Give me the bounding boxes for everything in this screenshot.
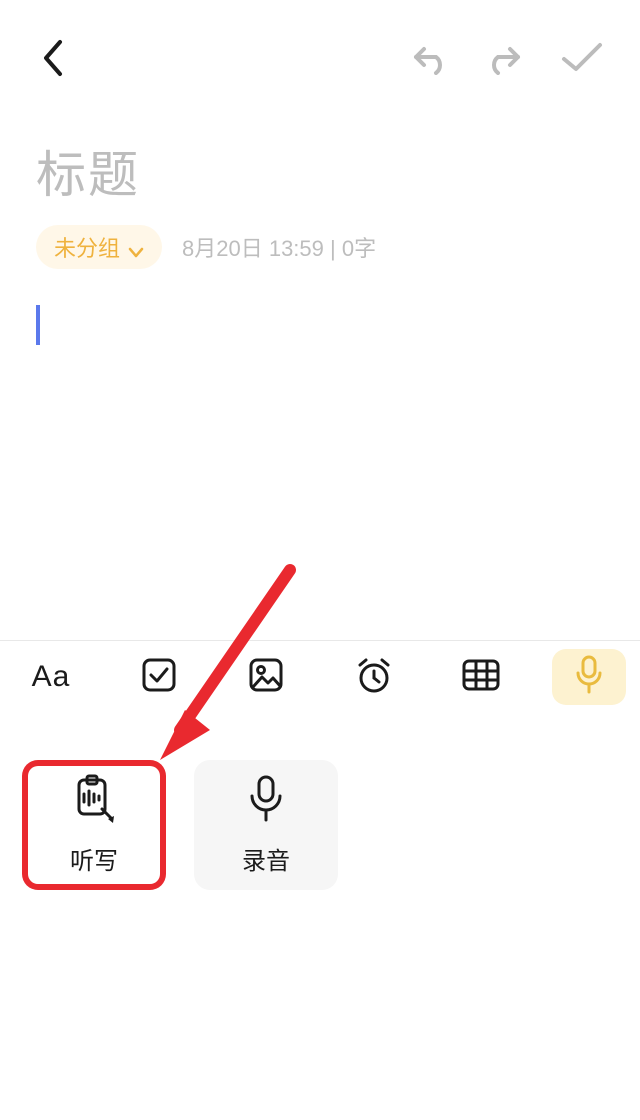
undo-icon[interactable] xyxy=(408,41,450,80)
recording-label: 录音 xyxy=(242,841,290,876)
note-meta-text: 8月20日 13:59 | 0字 xyxy=(182,231,376,263)
text-style-label: Aa xyxy=(32,660,71,694)
title-input[interactable]: 标题 xyxy=(36,135,604,207)
reminder-button[interactable] xyxy=(337,649,411,705)
image-button[interactable] xyxy=(229,649,303,705)
dictation-card[interactable]: 听写 xyxy=(22,760,166,890)
voice-options-panel: 听写 录音 xyxy=(0,712,640,938)
image-icon xyxy=(248,657,284,698)
dictation-icon xyxy=(69,774,119,831)
voice-button[interactable] xyxy=(552,649,626,705)
back-icon[interactable] xyxy=(40,38,66,83)
group-chip[interactable]: 未分组 xyxy=(36,225,162,269)
redo-icon[interactable] xyxy=(484,41,526,80)
editor-toolbar: Aa xyxy=(0,640,640,713)
chevron-down-icon xyxy=(128,239,144,255)
header-bar xyxy=(0,0,640,95)
confirm-icon[interactable] xyxy=(560,41,604,80)
recording-card[interactable]: 录音 xyxy=(194,760,338,890)
group-chip-label: 未分组 xyxy=(54,231,120,263)
alarm-clock-icon xyxy=(354,656,394,699)
checklist-icon xyxy=(141,657,177,698)
table-button[interactable] xyxy=(444,649,518,705)
table-icon xyxy=(462,659,500,696)
recording-mic-icon xyxy=(247,774,285,831)
dictation-label: 听写 xyxy=(70,841,118,876)
note-editor-screen: 标题 未分组 8月20日 13:59 | 0字 Aa xyxy=(0,0,640,1120)
body-text-cursor[interactable] xyxy=(36,305,40,345)
checklist-button[interactable] xyxy=(122,649,196,705)
microphone-icon xyxy=(574,655,604,700)
text-style-button[interactable]: Aa xyxy=(14,649,88,705)
